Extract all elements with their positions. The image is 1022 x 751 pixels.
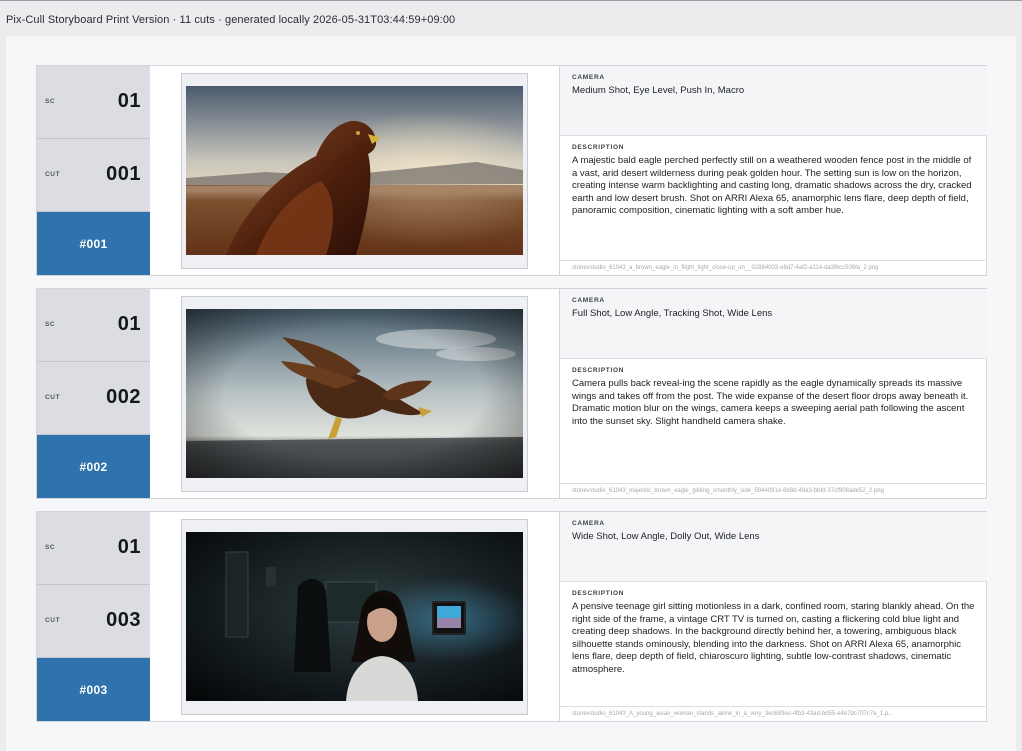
description-label: DESCRIPTION [572,590,625,597]
image-filename: stonevstudio_61043_a_brown_eagle_in_flig… [560,260,987,275]
storyboard-cut-card: SC 01 CUT 001 #001 CAMERA Medium Shot, E… [36,65,987,276]
cut-label: CUT [45,394,61,401]
scene-label: SC [45,98,56,105]
image-filename: stonevstudio_61043_A_young_asian_woman_s… [560,706,987,721]
camera-section: CAMERA Medium Shot, Eye Level, Push In, … [560,66,987,136]
storyboard-cut-card: SC 01 CUT 002 #002 CAMERA Full Shot, Low… [36,288,987,499]
cut-label: CUT [45,617,61,624]
cut-meta-column: SC 01 CUT 002 #002 [37,289,150,498]
description-section: DESCRIPTION A majestic bald eagle perche… [560,136,987,260]
camera-section: CAMERA Wide Shot, Low Angle, Dolly Out, … [560,512,987,582]
description-text: Camera pulls back reveal-ing the scene r… [572,378,969,427]
cut-label: CUT [45,171,61,178]
scene-row: SC 01 [37,66,150,139]
storyboard-cut-card: SC 01 CUT 003 #003 CAMERA Wide Shot, Low… [36,511,987,722]
scene-row: SC 01 [37,512,150,585]
cut-row: CUT 003 [37,585,150,658]
description-section: DESCRIPTION Camera pulls back reveal-ing… [560,359,987,483]
cut-frame [181,296,528,492]
cut-number: 003 [106,609,141,631]
scene-number: 01 [117,313,141,335]
camera-label: CAMERA [572,297,605,304]
cut-info-panel: CAMERA Medium Shot, Eye Level, Push In, … [559,66,987,275]
description-section: DESCRIPTION A pensive teenage girl sitti… [560,582,987,706]
description-label: DESCRIPTION [572,144,625,151]
camera-label: CAMERA [572,520,605,527]
description-text: A pensive teenage girl sitting motionles… [572,601,975,675]
camera-section: CAMERA Full Shot, Low Angle, Tracking Sh… [560,289,987,359]
cut-number: 002 [106,386,141,408]
cut-meta-column: SC 01 CUT 001 #001 [37,66,150,275]
girl-dark-room-image [186,532,523,701]
camera-text: Full Shot, Low Angle, Tracking Shot, Wid… [572,308,773,319]
cut-id-badge: #003 [37,658,150,721]
cut-number: 001 [106,163,141,185]
cut-row: CUT 001 [37,139,150,212]
eagle-flying-image [186,309,523,478]
cut-row: CUT 002 [37,362,150,435]
cut-info-panel: CAMERA Wide Shot, Low Angle, Dolly Out, … [559,512,987,721]
eagle-perched-image [186,86,523,255]
scene-row: SC 01 [37,289,150,362]
cut-info-panel: CAMERA Full Shot, Low Angle, Tracking Sh… [559,289,987,498]
cut-id-badge: #002 [37,435,150,498]
image-filename: stonevstudio_61043_majestic_brown_eagle_… [560,483,987,498]
description-label: DESCRIPTION [572,367,625,374]
cut-frame [181,519,528,715]
camera-text: Wide Shot, Low Angle, Dolly Out, Wide Le… [572,531,760,542]
camera-text: Medium Shot, Eye Level, Push In, Macro [572,85,745,96]
scene-number: 01 [117,90,141,112]
page-title: Pix-Cull Storyboard Print Version · 11 c… [6,14,456,26]
description-text: A majestic bald eagle perched perfectly … [572,155,972,217]
scene-label: SC [45,544,56,551]
cut-id-badge: #001 [37,212,150,275]
scene-number: 01 [117,536,141,558]
cut-frame [181,73,528,269]
window-top-border [0,0,1022,1]
cut-meta-column: SC 01 CUT 003 #003 [37,512,150,721]
scene-label: SC [45,321,56,328]
camera-label: CAMERA [572,74,605,81]
